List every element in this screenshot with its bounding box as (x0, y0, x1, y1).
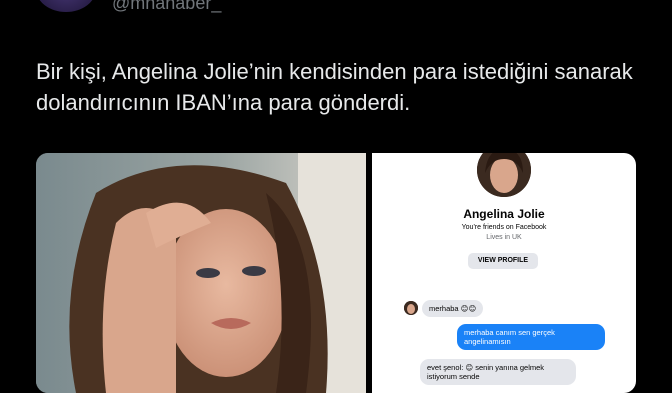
message-outgoing: merhaba canım sen gerçek angelinamısın (457, 324, 605, 350)
view-profile-button[interactable]: VIEW PROFILE (468, 253, 538, 269)
friends-status: You're friends on Facebook (461, 224, 547, 231)
sender-avatar (404, 301, 418, 315)
profile-name: Angelina Jolie (463, 207, 545, 221)
tweet-text: Bir kişi, Angelina Jolie’nin kendisinden… (36, 59, 633, 115)
profile-location: Lives in UK (486, 234, 522, 241)
message-incoming: evet şenol: 😊 senin yanına gelmek istiyo… (420, 359, 576, 385)
author-avatar[interactable] (36, 0, 96, 12)
profile-avatar (477, 153, 531, 197)
message-incoming: merhaba 😊😊 (422, 300, 484, 317)
tweet-photo[interactable] (36, 153, 366, 393)
messenger-screenshot[interactable]: Angelina Jolie You're friends on Faceboo… (372, 153, 636, 393)
portrait-image (36, 153, 366, 393)
author-handle[interactable]: @mnahaber_ (112, 0, 221, 14)
